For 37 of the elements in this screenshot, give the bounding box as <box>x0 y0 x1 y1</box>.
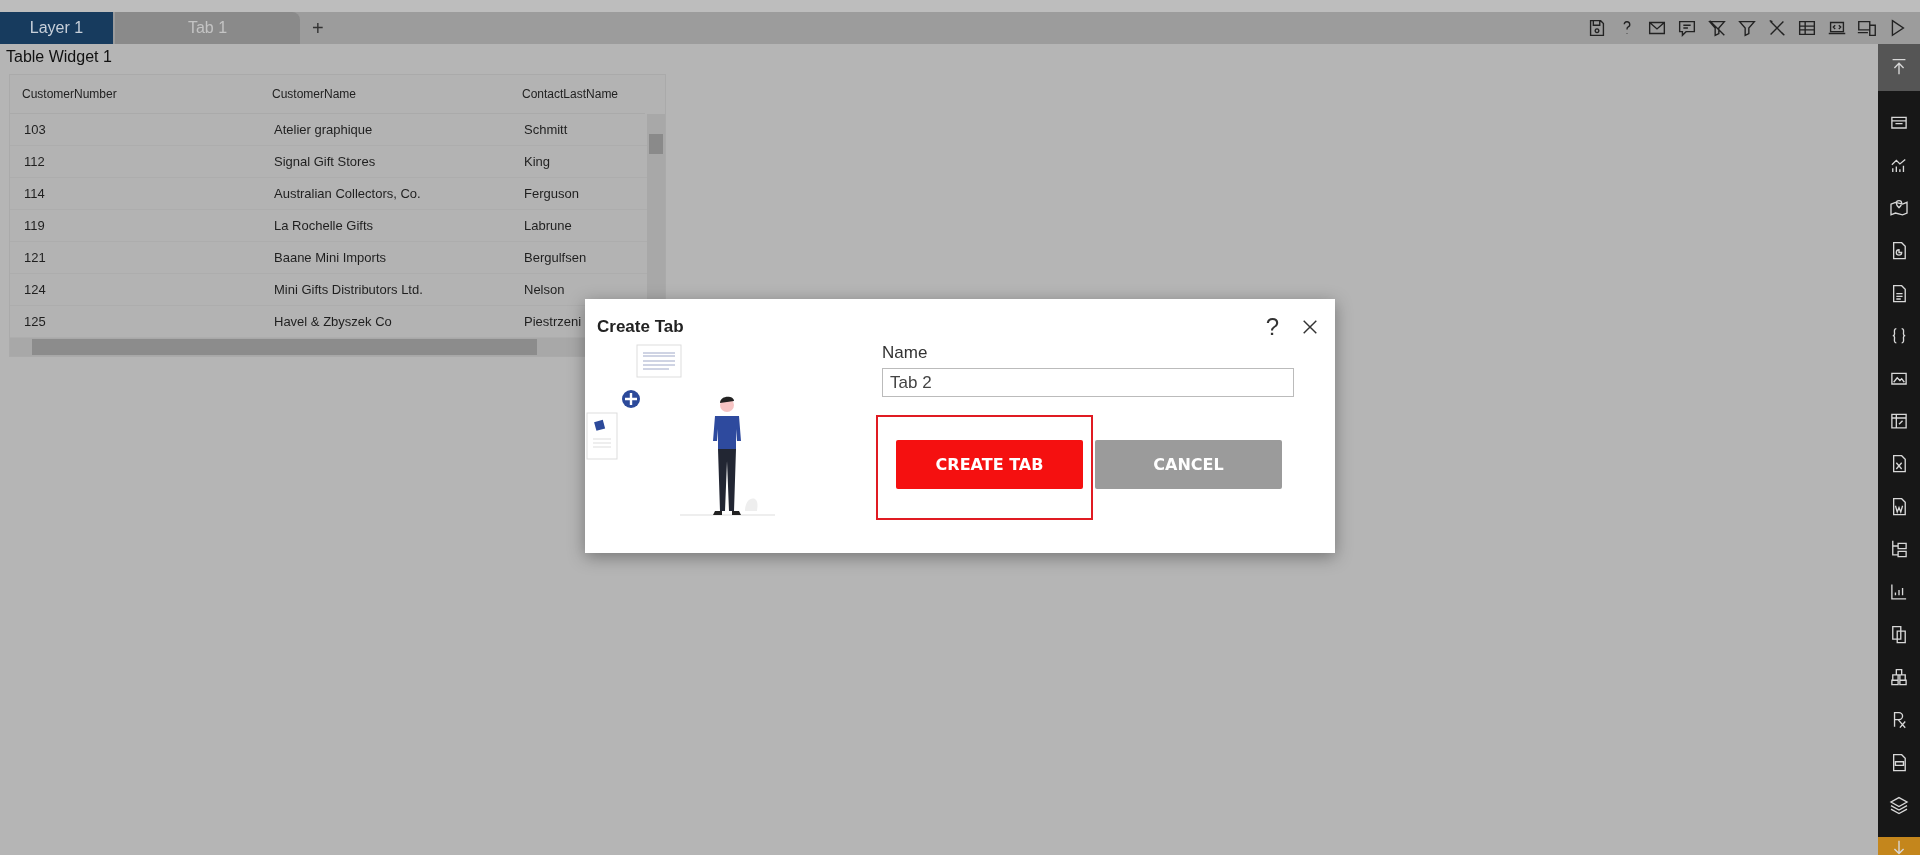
dialog-title: Create Tab <box>597 317 685 337</box>
create-tab-button[interactable]: CREATE TAB <box>896 440 1083 489</box>
table-cell-text: La Rochelle Gifts <box>274 218 374 233</box>
widget-title: Table Widget 1 <box>6 48 113 66</box>
scroll-top-button[interactable] <box>1878 44 1920 91</box>
table-cell-text: 124 <box>23 282 47 297</box>
table-cell: King <box>524 154 551 169</box>
table-cell-text: Atelier graphique <box>274 122 374 137</box>
add-tab-button[interactable]: + <box>308 16 328 40</box>
help-button[interactable]: ? <box>1263 313 1281 341</box>
map-pin-icon[interactable] <box>1888 197 1910 219</box>
table-cell: Schmitt <box>524 122 568 137</box>
name-field[interactable]: Tab 2 <box>882 368 1294 397</box>
table-cell: Bergulfsen <box>524 250 587 265</box>
table-cell: Ferguson <box>524 186 579 201</box>
table-cell-text: 112 <box>23 154 46 169</box>
table-cell-text: 121 <box>23 250 47 265</box>
table-cell-text: 103 <box>23 122 47 137</box>
table-cell-text: 114 <box>23 186 46 201</box>
cubes-icon[interactable] <box>1888 666 1910 688</box>
table-cell: Nelson <box>524 282 565 297</box>
table-cell-text: Havel & Zbyszek Co <box>274 314 393 329</box>
table-cell: Piestrzeni <box>524 314 582 329</box>
table-cell: Labrune <box>524 218 572 233</box>
table-cell-text: 125 <box>23 314 47 329</box>
layers-icon[interactable] <box>1888 794 1910 816</box>
field-label: Name <box>882 343 929 363</box>
table-cell-text: 119 <box>23 218 46 233</box>
column-header[interactable]: CustomerName <box>272 87 522 101</box>
table-cell-text: Mini Gifts Distributors Ltd. <box>274 282 424 297</box>
column-header[interactable]: ContactLastName <box>522 87 642 101</box>
column-header[interactable]: CustomerNumber <box>10 87 272 101</box>
table-cell-text: Signal Gift Stores <box>274 154 377 169</box>
table-cell-text: Australian Collectors, Co. <box>274 186 422 201</box>
tab[interactable]: Layer 1 <box>0 12 113 44</box>
close-icon[interactable] <box>1301 318 1319 336</box>
table-cell-text: Baane Mini Imports <box>274 250 387 265</box>
